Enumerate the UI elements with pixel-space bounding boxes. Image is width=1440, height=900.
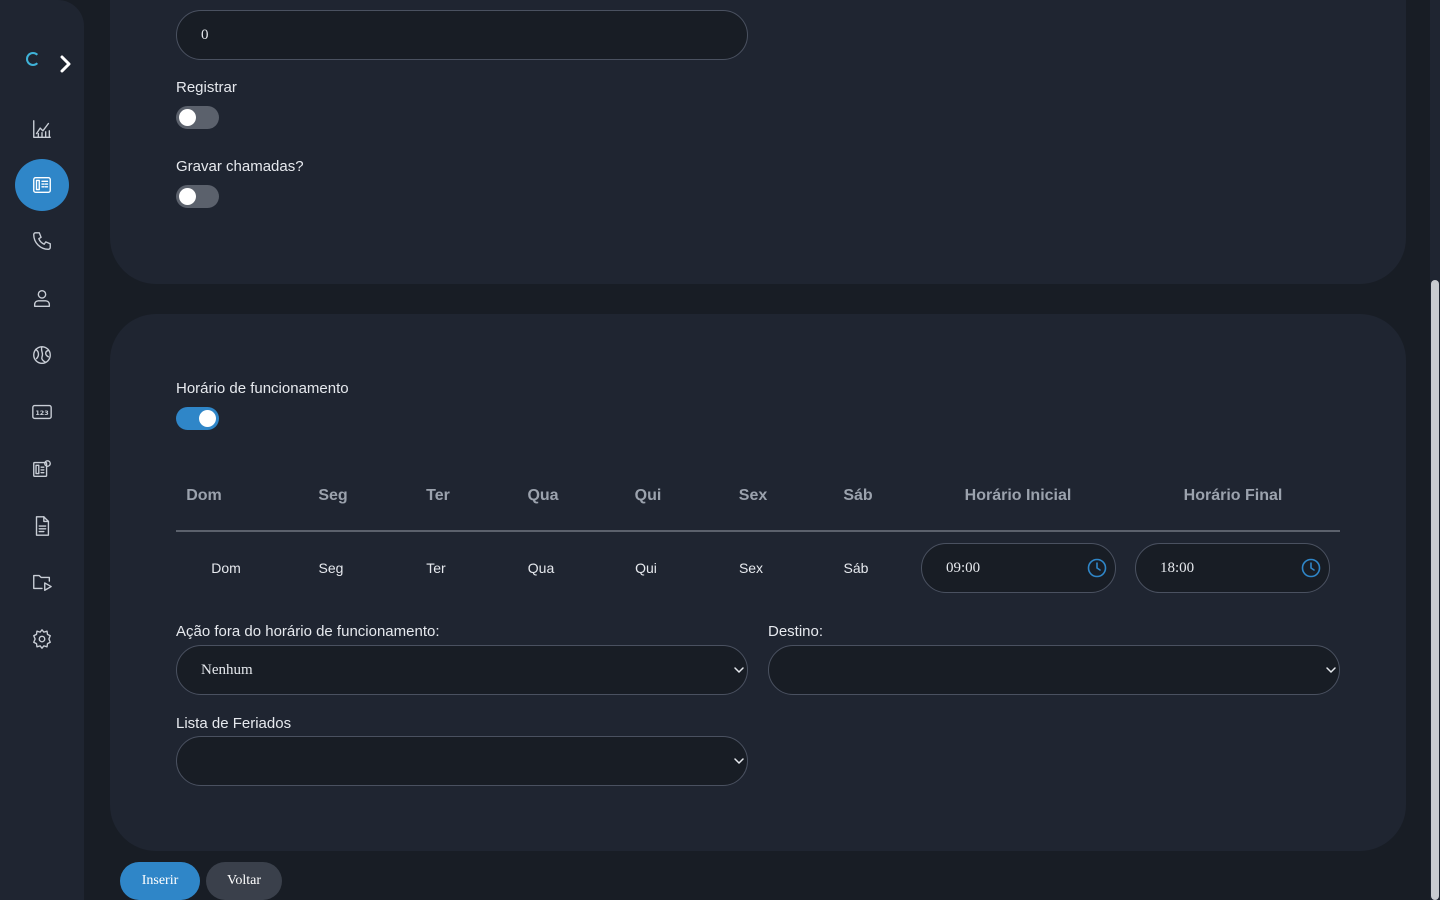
- clock-icon[interactable]: [1087, 558, 1107, 578]
- day-dom[interactable]: Dom: [196, 560, 256, 576]
- chevron-down-icon: [734, 667, 744, 674]
- record-calls-toggle[interactable]: [176, 185, 219, 208]
- user-icon: [33, 289, 51, 307]
- sidebar-item-numbers[interactable]: 123: [15, 386, 69, 438]
- sidebar-item-dashboard[interactable]: [15, 103, 69, 155]
- header-ter: Ter: [426, 487, 450, 504]
- record-calls-label: Gravar chamadas?: [176, 158, 304, 175]
- chart-icon: [33, 120, 51, 138]
- day-sab[interactable]: Sáb: [826, 560, 886, 576]
- pbx-icon: [33, 176, 51, 194]
- sidebar-item-reports[interactable]: [15, 500, 69, 552]
- insert-button[interactable]: Inserir: [120, 862, 200, 900]
- after-hours-action-select[interactable]: Nenhum: [176, 645, 748, 695]
- end-time-input[interactable]: 18:00: [1135, 543, 1330, 593]
- sidebar-item-users[interactable]: [15, 272, 69, 324]
- day-sex[interactable]: Sex: [721, 560, 781, 576]
- header-sex: Sex: [738, 487, 768, 504]
- globe-icon: [33, 346, 51, 364]
- document-icon: [35, 516, 50, 536]
- media-folder-icon: [33, 574, 52, 591]
- loading-spinner-icon: [26, 52, 40, 66]
- day-qua[interactable]: Qua: [511, 560, 571, 576]
- header-qui: Qui: [634, 487, 662, 504]
- sidebar-item-media[interactable]: [15, 556, 69, 608]
- sidebar-item-queues[interactable]: [15, 443, 69, 495]
- day-qui[interactable]: Qui: [616, 560, 676, 576]
- clock-icon[interactable]: [1301, 558, 1321, 578]
- sidebar-item-settings[interactable]: [15, 613, 69, 665]
- phone-icon: [33, 232, 51, 250]
- back-button[interactable]: Voltar: [206, 862, 282, 900]
- day-ter[interactable]: Ter: [406, 560, 466, 576]
- numbers-icon: 123: [32, 404, 52, 420]
- gear-icon: [33, 629, 51, 649]
- start-time-input[interactable]: 09:00: [921, 543, 1116, 593]
- end-time-value: 18:00: [1160, 559, 1195, 576]
- scrollbar-thumb[interactable]: [1431, 280, 1439, 900]
- business-hours-toggle[interactable]: [176, 407, 219, 430]
- sidebar-item-calls[interactable]: [15, 215, 69, 267]
- destination-label: Destino:: [768, 623, 824, 640]
- business-hours-label: Horário de funcionamento: [176, 380, 349, 397]
- after-hours-action-value: Nenhum: [201, 661, 253, 678]
- number-field[interactable]: 0: [176, 10, 748, 60]
- chevron-down-icon: [1326, 667, 1336, 674]
- sidebar-item-network[interactable]: [15, 329, 69, 381]
- holidays-select[interactable]: [176, 736, 748, 786]
- after-hours-action-label: Ação fora do horário de funcionamento:: [176, 623, 440, 640]
- registrar-toggle[interactable]: [176, 106, 219, 129]
- chevron-down-icon: [734, 758, 744, 765]
- header-qua: Qua: [527, 487, 559, 504]
- header-seg: Seg: [318, 487, 348, 504]
- number-field-value: 0: [201, 26, 209, 43]
- destination-select[interactable]: [768, 645, 1340, 695]
- header-end-time: Horário Final: [1183, 487, 1283, 504]
- scrollbar[interactable]: [1430, 0, 1440, 900]
- day-seg[interactable]: Seg: [301, 560, 361, 576]
- holidays-label: Lista de Feriados: [176, 715, 292, 732]
- start-time-value: 09:00: [946, 559, 981, 576]
- svg-text:123: 123: [35, 409, 48, 417]
- header-sab: Sáb: [843, 487, 873, 504]
- header-start-time: Horário Inicial: [964, 487, 1072, 504]
- chevron-right-icon[interactable]: [58, 55, 74, 73]
- header-dom: Dom: [186, 487, 222, 504]
- registrar-label: Registrar: [176, 79, 237, 96]
- sidebar: 123: [0, 0, 84, 900]
- queue-icon: [33, 460, 51, 478]
- table-divider: [176, 530, 1340, 532]
- sidebar-item-pbx[interactable]: [15, 159, 69, 211]
